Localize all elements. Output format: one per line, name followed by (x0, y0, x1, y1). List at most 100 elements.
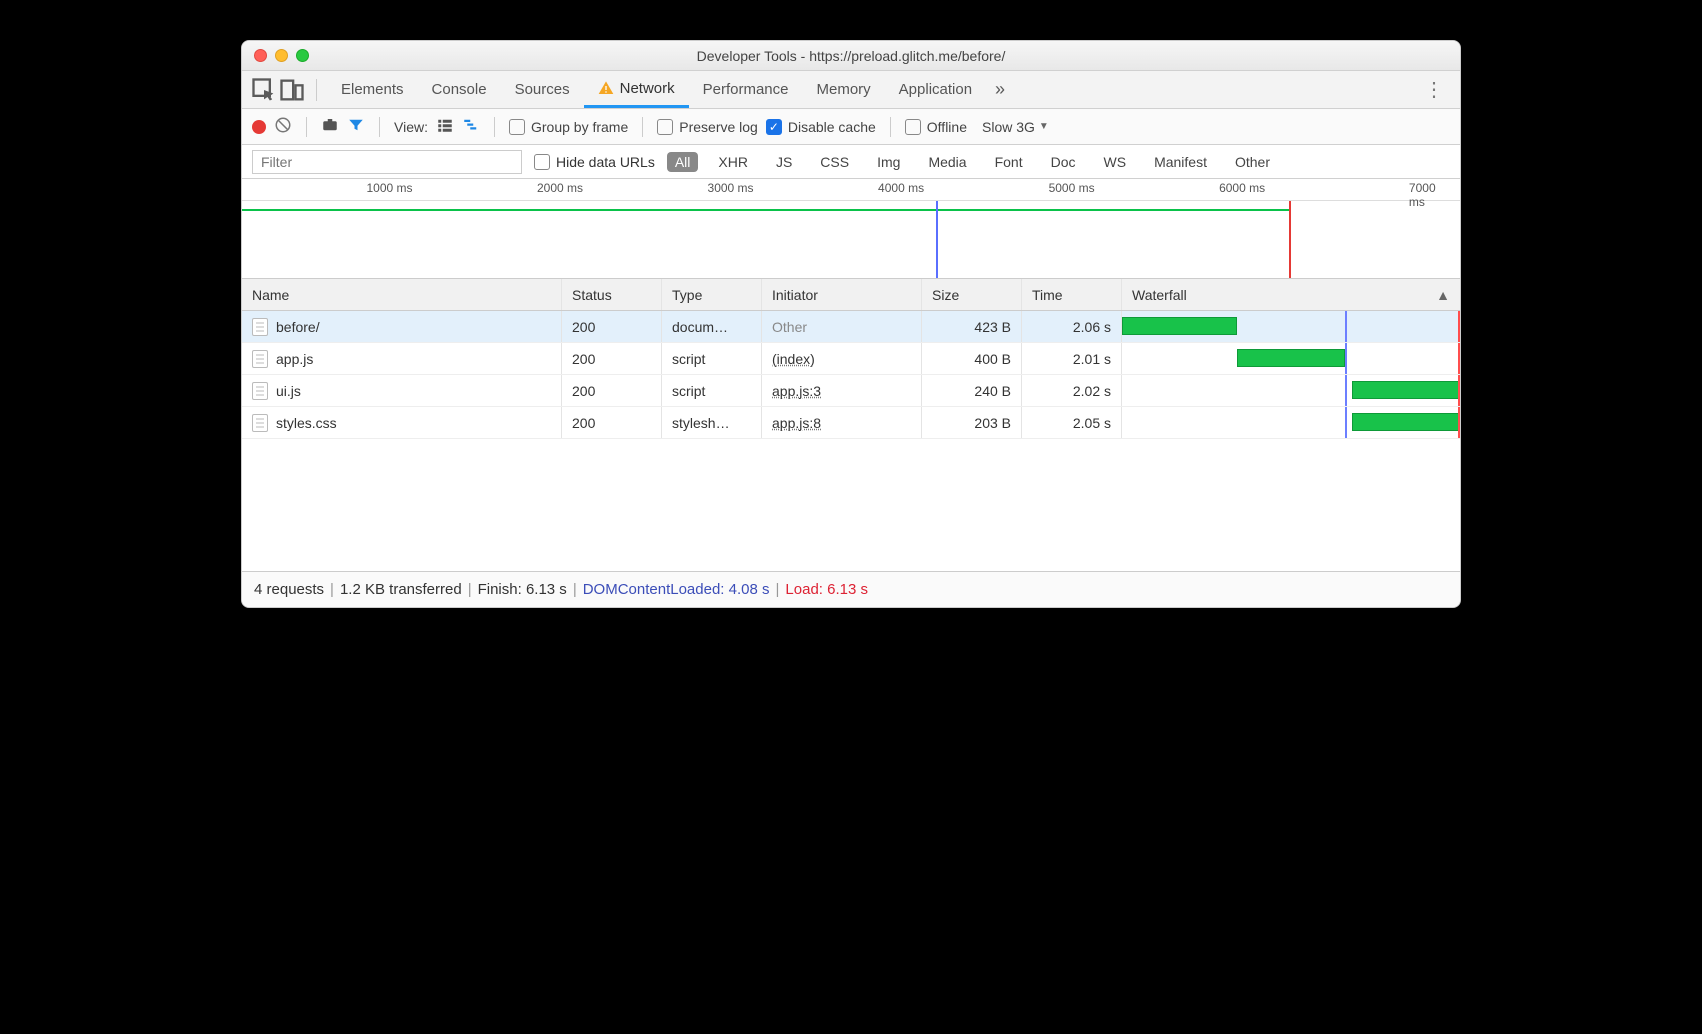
summary-load: Load: 6.13 s (785, 581, 868, 598)
col-label: Time (1032, 287, 1063, 303)
network-table-header: Name Status Type Initiator Size Time Wat… (242, 279, 1460, 311)
filter-chip-xhr[interactable]: XHR (710, 152, 756, 172)
filter-chip-manifest[interactable]: Manifest (1146, 152, 1215, 172)
tab-console[interactable]: Console (418, 71, 501, 108)
separator (642, 117, 643, 137)
filter-toggle-icon[interactable] (347, 116, 365, 137)
titlebar: Developer Tools - https://preload.glitch… (242, 41, 1460, 71)
separator: | (330, 581, 334, 598)
record-button[interactable] (252, 120, 266, 134)
filter-chip-all[interactable]: All (667, 152, 699, 172)
tab-performance[interactable]: Performance (689, 71, 803, 108)
throttling-select[interactable]: Slow 3G ▼ (975, 116, 1056, 138)
tab-memory[interactable]: Memory (803, 71, 885, 108)
cell-type: docum… (662, 311, 762, 342)
file-icon (252, 414, 268, 432)
table-row[interactable]: styles.css200stylesh…app.js:8203 B2.05 s (242, 407, 1460, 439)
sort-asc-icon: ▲ (1436, 287, 1450, 303)
cell-name: ui.js (242, 375, 562, 406)
tab-label: Performance (703, 81, 789, 98)
table-row[interactable]: app.js200script(index)400 B2.01 s (242, 343, 1460, 375)
cell-initiator: app.js:3 (762, 375, 922, 406)
table-row[interactable]: ui.js200scriptapp.js:3240 B2.02 s (242, 375, 1460, 407)
device-toolbar-icon[interactable] (278, 76, 306, 104)
tab-network[interactable]: Network (584, 71, 689, 108)
col-initiator[interactable]: Initiator (762, 279, 922, 310)
kebab-menu-icon[interactable]: ⋮ (1416, 77, 1452, 102)
disable-cache-checkbox[interactable]: ✓ Disable cache (766, 119, 876, 135)
filter-chip-media[interactable]: Media (920, 152, 974, 172)
waterfall-view-icon[interactable] (462, 116, 480, 137)
warning-icon (598, 80, 614, 96)
request-name: ui.js (276, 383, 301, 399)
group-by-frame-checkbox[interactable]: Group by frame (509, 119, 628, 135)
col-status[interactable]: Status (562, 279, 662, 310)
filter-chip-doc[interactable]: Doc (1043, 152, 1084, 172)
filter-chip-css[interactable]: CSS (812, 152, 857, 172)
tab-elements[interactable]: Elements (327, 71, 418, 108)
tab-label: Console (432, 81, 487, 98)
hide-data-urls-checkbox[interactable]: Hide data URLs (534, 154, 655, 170)
network-toolbar: View: Group by frame Preserve log ✓ Disa… (242, 109, 1460, 145)
clear-icon[interactable] (274, 116, 292, 137)
inspect-element-icon[interactable] (250, 76, 278, 104)
separator (379, 117, 380, 137)
filter-chip-ws[interactable]: WS (1096, 152, 1135, 172)
tick: 5000 ms (1049, 181, 1095, 195)
cell-initiator: (index) (762, 343, 922, 374)
separator (306, 117, 307, 137)
filter-chip-other[interactable]: Other (1227, 152, 1278, 172)
initiator-link[interactable]: app.js:8 (772, 415, 821, 431)
checkbox-icon (534, 154, 550, 170)
checkbox-icon: ✓ (766, 119, 782, 135)
waterfall-bar (1352, 381, 1460, 399)
cell-waterfall (1122, 311, 1460, 342)
dcl-line (1345, 375, 1347, 406)
initiator-link[interactable]: app.js:3 (772, 383, 821, 399)
preserve-log-checkbox[interactable]: Preserve log (657, 119, 758, 135)
tab-sources[interactable]: Sources (501, 71, 584, 108)
tick: 4000 ms (878, 181, 924, 195)
checkbox-label: Group by frame (531, 119, 628, 135)
separator (494, 117, 495, 137)
initiator-link[interactable]: (index) (772, 351, 815, 367)
view-label: View: (394, 119, 428, 135)
checkbox-label: Offline (927, 119, 967, 135)
tab-application[interactable]: Application (885, 71, 986, 108)
more-tabs-icon[interactable]: » (986, 76, 1014, 104)
col-time[interactable]: Time (1022, 279, 1122, 310)
timeline-overview[interactable]: 1000 ms 2000 ms 3000 ms 4000 ms 5000 ms … (242, 179, 1460, 279)
tick: 6000 ms (1219, 181, 1265, 195)
filter-chip-img[interactable]: Img (869, 152, 908, 172)
filter-bar: Hide data URLs All XHR JS CSS Img Media … (242, 145, 1460, 179)
tick: 1000 ms (366, 181, 412, 195)
filter-chip-font[interactable]: Font (987, 152, 1031, 172)
window-title: Developer Tools - https://preload.glitch… (242, 48, 1460, 64)
cell-waterfall (1122, 407, 1460, 438)
checkbox-icon (509, 119, 525, 135)
large-rows-icon[interactable] (436, 116, 454, 137)
main-tab-bar: Elements Console Sources Network Perform… (242, 71, 1460, 109)
col-waterfall[interactable]: Waterfall ▲ (1122, 279, 1460, 310)
filter-input[interactable] (252, 150, 522, 174)
offline-checkbox[interactable]: Offline (905, 119, 967, 135)
cell-name: styles.css (242, 407, 562, 438)
filter-chip-js[interactable]: JS (768, 152, 800, 172)
cell-time: 2.05 s (1022, 407, 1122, 438)
file-icon (252, 350, 268, 368)
overview-bar (242, 209, 1289, 211)
col-name[interactable]: Name (242, 279, 562, 310)
checkbox-icon (905, 119, 921, 135)
col-size[interactable]: Size (922, 279, 1022, 310)
cell-name: app.js (242, 343, 562, 374)
network-table-body: before/200docum…Other423 B2.06 sapp.js20… (242, 311, 1460, 571)
checkbox-label: Preserve log (679, 119, 758, 135)
load-line (1458, 343, 1460, 374)
dcl-line (1345, 311, 1347, 342)
chevron-down-icon: ▼ (1039, 121, 1049, 132)
dcl-line (1345, 343, 1347, 374)
col-type[interactable]: Type (662, 279, 762, 310)
screenshot-icon[interactable] (321, 116, 339, 137)
table-row[interactable]: before/200docum…Other423 B2.06 s (242, 311, 1460, 343)
request-name: app.js (276, 351, 313, 367)
